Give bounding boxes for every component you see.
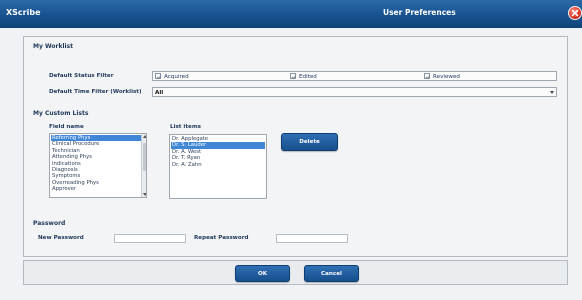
cancel-button-label: Cancel bbox=[321, 271, 342, 277]
time-filter-label: Default Time Filter (Worklist) bbox=[49, 89, 142, 95]
status-filter-group: Acquired Edited Reviewed bbox=[152, 71, 557, 81]
checkbox-edited[interactable] bbox=[290, 73, 297, 80]
status-filter-label: Default Status Filter bbox=[49, 73, 114, 79]
chevron-down-icon bbox=[550, 91, 554, 94]
checkbox-reviewed-label: Reviewed bbox=[433, 73, 460, 80]
cancel-button[interactable]: Cancel bbox=[304, 265, 359, 282]
section-my-worklist: My Worklist bbox=[33, 43, 73, 50]
checkbox-reviewed[interactable] bbox=[424, 73, 431, 80]
scrollbar-thumb[interactable] bbox=[142, 143, 146, 171]
check-icon bbox=[156, 75, 162, 80]
scroll-up-icon[interactable] bbox=[142, 135, 147, 138]
check-icon bbox=[425, 75, 431, 80]
list-items-list[interactable]: Dr. Applegate Dr. S. Lauder Dr. A. West … bbox=[169, 134, 267, 199]
ok-button-label: OK bbox=[257, 271, 268, 277]
checkbox-acquired-label: Acquired bbox=[164, 73, 189, 80]
list-item[interactable]: Dr. A. Zahn bbox=[171, 162, 265, 168]
close-icon bbox=[571, 9, 579, 17]
repeat-password-label: Repeat Password bbox=[194, 235, 249, 241]
preferences-panel: My Worklist Default Status Filter Acquir… bbox=[23, 36, 568, 257]
repeat-password-field[interactable] bbox=[276, 234, 348, 243]
list-item[interactable]: Approver bbox=[51, 186, 145, 192]
field-name-list[interactable]: Referring Phys Clinical Procedure Techni… bbox=[49, 133, 147, 198]
ok-button[interactable]: OK bbox=[235, 265, 290, 282]
app-name: XScribe bbox=[6, 8, 41, 17]
time-filter-value: All bbox=[155, 89, 164, 96]
section-password: Password bbox=[33, 220, 66, 227]
delete-button[interactable]: Delete bbox=[281, 133, 338, 151]
list-items-header: List items bbox=[170, 124, 201, 130]
delete-button-label: Delete bbox=[299, 139, 320, 145]
title-bar: XScribe User Preferences bbox=[0, 0, 582, 28]
time-filter-select[interactable]: All bbox=[152, 87, 557, 97]
window-title: User Preferences bbox=[383, 8, 456, 17]
section-my-custom-lists: My Custom Lists bbox=[33, 110, 89, 117]
scroll-down-icon[interactable] bbox=[142, 193, 147, 196]
new-password-field[interactable] bbox=[114, 234, 186, 243]
field-name-header: Field name bbox=[49, 124, 84, 130]
dialog-footer: OK Cancel bbox=[23, 260, 568, 285]
checkbox-acquired[interactable] bbox=[155, 73, 162, 80]
field-name-scrollbar[interactable] bbox=[141, 134, 146, 197]
new-password-label: New Password bbox=[38, 235, 84, 241]
checkbox-edited-label: Edited bbox=[299, 73, 317, 80]
close-button[interactable] bbox=[568, 6, 582, 20]
check-icon bbox=[291, 75, 297, 80]
